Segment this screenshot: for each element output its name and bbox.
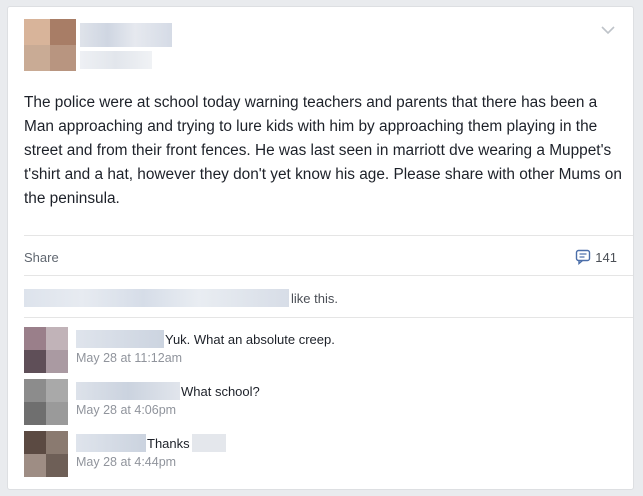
post-card: The police were at school today warning … bbox=[7, 6, 634, 490]
comment-count: 141 bbox=[595, 249, 617, 265]
likes-summary: like this. bbox=[24, 289, 338, 307]
comment-timestamp[interactable]: May 28 at 4:06pm bbox=[76, 403, 176, 417]
comment-text: Yuk. What an absolute creep. bbox=[165, 331, 335, 347]
comment-timestamp[interactable]: May 28 at 11:12am bbox=[76, 351, 182, 365]
commenter-name-redacted[interactable] bbox=[76, 382, 180, 400]
comment-item: Thanks May 28 at 4:44pm bbox=[24, 431, 624, 481]
commenter-avatar[interactable] bbox=[24, 379, 68, 425]
commenter-name-redacted[interactable] bbox=[76, 434, 146, 452]
author-name-redacted[interactable] bbox=[80, 23, 172, 47]
post-meta-redacted bbox=[80, 51, 152, 69]
comment-body: Yuk. What an absolute creep. bbox=[76, 330, 335, 348]
divider bbox=[24, 275, 633, 276]
comment-text: Thanks bbox=[147, 435, 190, 451]
commenter-avatar[interactable] bbox=[24, 327, 68, 373]
likes-suffix: like this. bbox=[291, 290, 338, 306]
author-avatar[interactable] bbox=[24, 19, 76, 71]
comment-timestamp[interactable]: May 28 at 4:44pm bbox=[76, 455, 176, 469]
comment-text: What school? bbox=[181, 383, 260, 399]
comment-item: What school? May 28 at 4:06pm bbox=[24, 379, 624, 429]
share-button[interactable]: Share bbox=[24, 250, 59, 265]
post-actions: Share 141 bbox=[24, 247, 617, 267]
divider bbox=[24, 235, 633, 236]
commenter-name-redacted[interactable] bbox=[76, 330, 164, 348]
comment-bubble-icon bbox=[576, 249, 591, 265]
likers-redacted[interactable] bbox=[24, 289, 289, 307]
commenter-avatar[interactable] bbox=[24, 431, 68, 477]
comment-body: Thanks bbox=[76, 434, 227, 452]
divider bbox=[24, 317, 633, 318]
post-text: The police were at school today warning … bbox=[24, 94, 622, 207]
comment-count-button[interactable]: 141 bbox=[575, 249, 617, 265]
comment-item: Yuk. What an absolute creep. May 28 at 1… bbox=[24, 327, 624, 377]
comment-text-redacted bbox=[191, 434, 226, 452]
comment-body: What school? bbox=[76, 382, 260, 400]
chevron-down-icon[interactable] bbox=[601, 25, 615, 35]
